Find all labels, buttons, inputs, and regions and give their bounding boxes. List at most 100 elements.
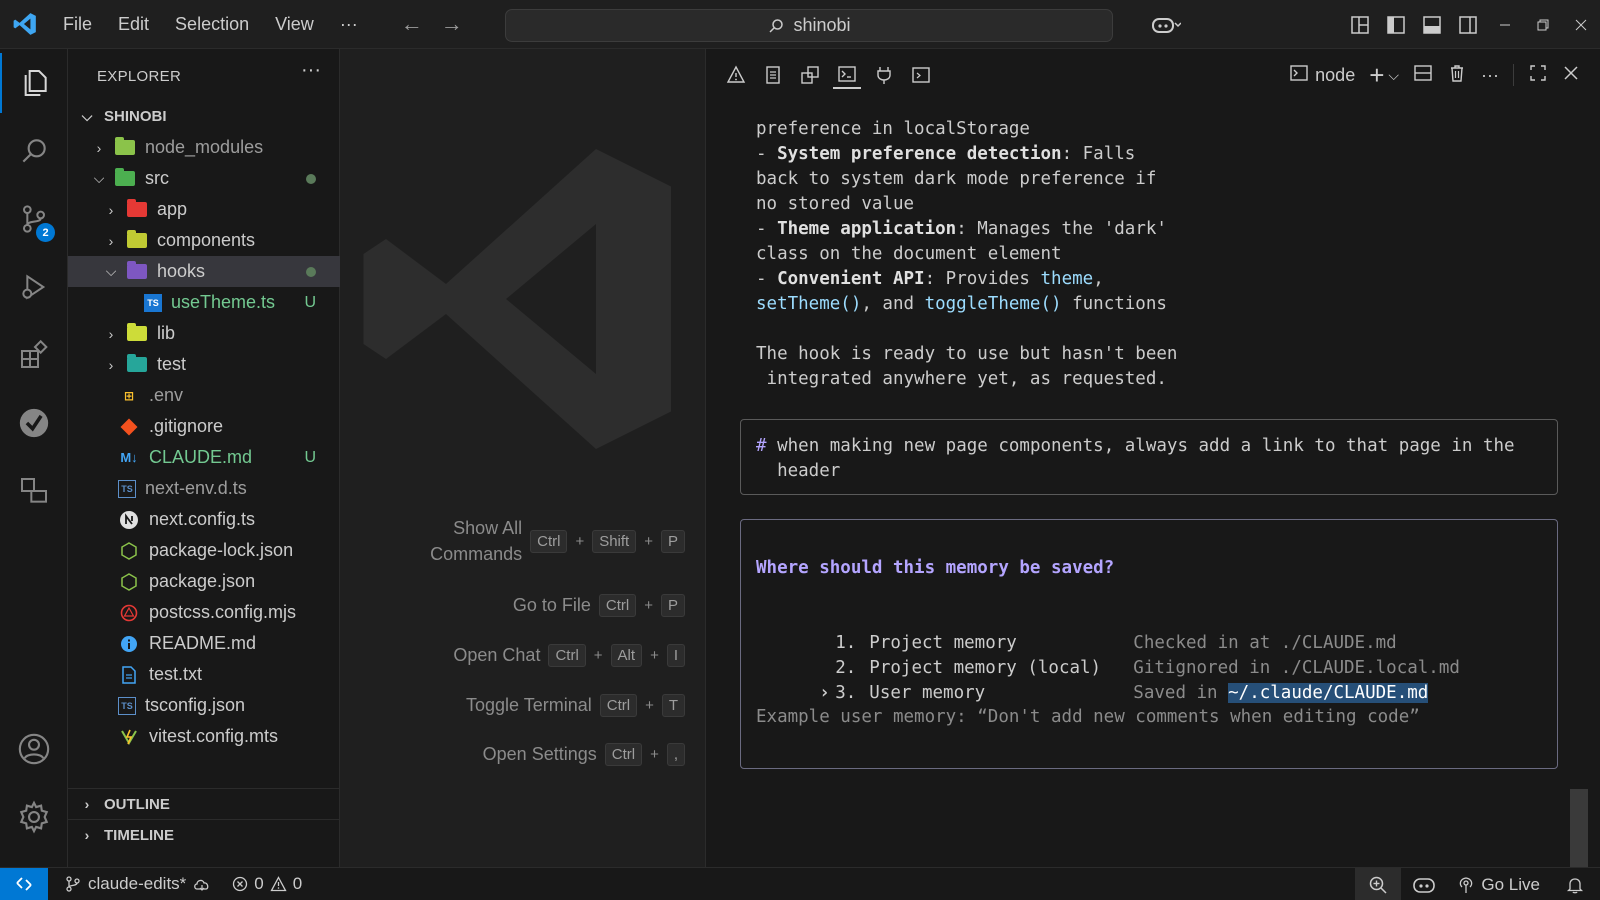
info-file-icon bbox=[118, 635, 140, 653]
toggle-panel-icon[interactable] bbox=[1414, 7, 1450, 43]
vscode-watermark-icon bbox=[341, 119, 701, 484]
command-center-search[interactable]: shinobi bbox=[505, 9, 1113, 42]
tree-item-postcss[interactable]: postcss.config.mjs bbox=[68, 597, 340, 628]
problems-tab-icon[interactable] bbox=[722, 61, 750, 89]
tree-item-test[interactable]: › test bbox=[68, 349, 340, 380]
toggle-secondary-sidebar-icon[interactable] bbox=[1450, 7, 1486, 43]
memory-option-1[interactable]: 1. Project memory Checked in at ./CLAUDE.m… bbox=[772, 606, 1396, 653]
tree-item-gitignore[interactable]: .gitignore bbox=[68, 411, 340, 442]
tree-item-node-modules[interactable]: › node_modules bbox=[68, 132, 340, 163]
navigation-arrows: ← → bbox=[401, 11, 463, 37]
folder-icon bbox=[126, 230, 148, 250]
terminal-name[interactable]: node bbox=[1315, 65, 1355, 86]
tree-item-tsconfig[interactable]: TS tsconfig.json bbox=[68, 690, 340, 721]
outline-section[interactable]: › OUTLINE bbox=[68, 788, 340, 819]
chevron-right-icon: › bbox=[108, 356, 114, 373]
tree-item-usetheme[interactable]: TS useTheme.ts U bbox=[68, 287, 340, 318]
timeline-section[interactable]: › TIMELINE bbox=[68, 819, 340, 850]
more-actions-icon[interactable]: ··· bbox=[1481, 65, 1499, 86]
settings-gear-icon[interactable] bbox=[0, 787, 68, 847]
new-terminal-icon[interactable]: + bbox=[1369, 62, 1384, 88]
terminal-scrollbar[interactable] bbox=[1570, 789, 1588, 867]
chevron-down-icon[interactable]: ⌵ bbox=[1388, 67, 1399, 84]
tree-item-package-lock[interactable]: package-lock.json bbox=[68, 535, 340, 566]
shortcut-toggle-terminal: Toggle Terminal Ctrl + T bbox=[466, 692, 685, 718]
chevron-down-icon: ⌵ bbox=[105, 263, 117, 279]
menu-file[interactable]: File bbox=[50, 0, 105, 49]
back-arrow-icon[interactable]: ← bbox=[401, 11, 423, 37]
problems-indicator[interactable]: 0 0 bbox=[222, 874, 312, 894]
run-debug-icon[interactable] bbox=[0, 257, 68, 317]
chevron-right-icon: › bbox=[84, 796, 90, 812]
tree-item-components[interactable]: › components bbox=[68, 225, 340, 256]
copilot-status-icon[interactable] bbox=[1401, 876, 1447, 894]
tree-item-claude-md[interactable]: M↓ CLAUDE.md U bbox=[68, 442, 340, 473]
memory-option-2[interactable]: 2. Project memory (local) Gitignored in ./… bbox=[772, 631, 1460, 678]
tree-item-test-txt[interactable]: test.txt bbox=[68, 659, 340, 690]
explorer-title: EXPLORER bbox=[97, 68, 182, 85]
chevron-right-icon: › bbox=[108, 325, 114, 342]
branch-indicator[interactable]: claude-edits* bbox=[54, 874, 222, 894]
explorer-icon[interactable] bbox=[0, 53, 68, 113]
tree-item-hooks[interactable]: ⌵ hooks bbox=[68, 256, 340, 287]
tree-item-lib[interactable]: › lib bbox=[68, 318, 340, 349]
close-panel-icon[interactable] bbox=[1562, 64, 1580, 87]
explorer-more-icon[interactable]: ··· bbox=[301, 59, 321, 82]
tree-item-env[interactable]: ⊞ .env bbox=[68, 380, 340, 411]
folder-icon bbox=[126, 354, 148, 374]
go-live-button[interactable]: Go Live bbox=[1447, 875, 1550, 895]
terminal-tab-icon[interactable] bbox=[833, 61, 861, 89]
text-file-icon bbox=[118, 665, 140, 684]
forward-arrow-icon[interactable]: → bbox=[441, 11, 463, 37]
status-bar: claude-edits* 0 0 Go Live bbox=[0, 867, 1600, 900]
split-terminal-icon[interactable] bbox=[1413, 63, 1433, 88]
ports-tab-icon[interactable] bbox=[870, 61, 898, 89]
title-bar: File Edit Selection View ··· ← → shinobi bbox=[0, 0, 1600, 49]
source-control-icon[interactable]: 2 bbox=[0, 189, 68, 249]
debug-console-tab-icon[interactable] bbox=[796, 61, 824, 89]
menu-view[interactable]: View bbox=[262, 0, 327, 49]
menu-more[interactable]: ··· bbox=[327, 0, 371, 49]
tree-item-src[interactable]: ⌵ src bbox=[68, 163, 340, 194]
tree-item-app[interactable]: › app bbox=[68, 194, 340, 225]
cloud-sync-icon[interactable] bbox=[192, 875, 212, 893]
modified-dot bbox=[306, 266, 316, 277]
menu-selection[interactable]: Selection bbox=[162, 0, 262, 49]
testing-icon[interactable] bbox=[0, 393, 68, 453]
search-activity-icon[interactable] bbox=[0, 121, 68, 181]
tree-item-next-config[interactable]: next.config.ts bbox=[68, 504, 340, 535]
accounts-icon[interactable] bbox=[0, 719, 68, 779]
toggle-primary-sidebar-icon[interactable] bbox=[1378, 7, 1414, 43]
minimize-icon[interactable] bbox=[1486, 7, 1524, 43]
tree-item-package-json[interactable]: package.json bbox=[68, 566, 340, 597]
memory-option-3[interactable]: › 3. User memory Saved in ~/.claude/CLAUDE.… bbox=[756, 656, 1429, 703]
restore-icon[interactable] bbox=[1524, 7, 1562, 43]
output-tab-icon[interactable] bbox=[759, 61, 787, 89]
chevron-down-icon: ⌵ bbox=[81, 108, 93, 124]
zoom-icon[interactable] bbox=[1355, 868, 1402, 900]
tree-item-vitest-config[interactable]: vitest.config.mts bbox=[68, 721, 340, 752]
folder-open-icon bbox=[126, 261, 148, 281]
extensions-icon[interactable] bbox=[0, 325, 68, 385]
chevron-right-icon: › bbox=[819, 683, 830, 703]
search-text: shinobi bbox=[793, 15, 851, 35]
menu-edit[interactable]: Edit bbox=[105, 0, 162, 49]
close-window-icon[interactable] bbox=[1562, 7, 1600, 43]
remote-explorer-icon[interactable] bbox=[0, 461, 68, 521]
folder-icon bbox=[114, 137, 136, 157]
maximize-panel-icon[interactable] bbox=[1528, 63, 1548, 88]
shortcut-show-all-commands: Show All Commands Ctrl + Shift + P bbox=[430, 515, 685, 567]
gitlens-tab-icon[interactable] bbox=[907, 61, 935, 89]
kill-terminal-icon[interactable] bbox=[1447, 63, 1467, 88]
chevron-right-icon: › bbox=[96, 139, 102, 156]
customize-layout-icon[interactable] bbox=[1342, 7, 1378, 43]
remote-indicator-icon[interactable] bbox=[0, 867, 48, 900]
menu-bar: File Edit Selection View ··· bbox=[50, 0, 371, 49]
typescript-file-icon: TS bbox=[144, 293, 162, 312]
tree-item-next-env[interactable]: TS next-env.d.ts bbox=[68, 473, 340, 504]
copilot-icon[interactable] bbox=[1140, 7, 1192, 43]
tree-root-shinobi[interactable]: ⌵ SHINOBI bbox=[68, 101, 340, 132]
tree-item-readme[interactable]: README.md bbox=[68, 628, 340, 659]
folder-icon bbox=[126, 323, 148, 343]
notifications-bell-icon[interactable] bbox=[1550, 876, 1600, 894]
